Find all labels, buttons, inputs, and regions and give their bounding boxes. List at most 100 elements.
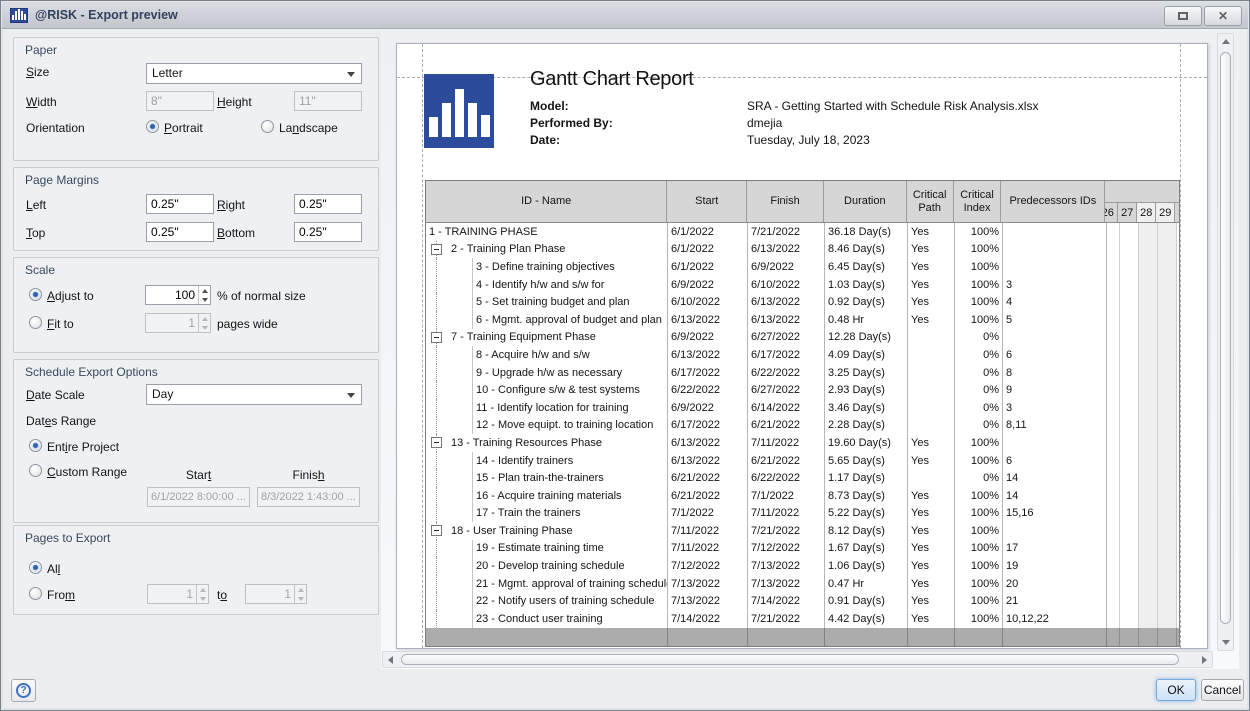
custom-range-radio[interactable] xyxy=(29,464,42,477)
paper-size-value: Letter xyxy=(152,66,183,80)
cell-start: 6/9/2022 xyxy=(668,329,748,347)
cell-id-name: 5 - Set training budget and plan xyxy=(426,293,668,311)
from-page-stepper[interactable] xyxy=(147,584,209,604)
cell-finish: 6/22/2022 xyxy=(748,364,825,382)
cell-critical-index: 100% xyxy=(955,540,1003,558)
horizontal-scroll-thumb[interactable] xyxy=(401,654,1179,665)
adjust-to-radio[interactable] xyxy=(29,288,42,301)
custom-finish-field[interactable] xyxy=(257,487,360,507)
cell-id-name: 16 - Acquire training materials xyxy=(426,487,668,505)
cell-finish: 7/11/2022 xyxy=(748,505,825,523)
entire-project-radio[interactable] xyxy=(29,439,42,452)
vertical-scroll-thumb[interactable] xyxy=(1220,52,1231,624)
scroll-right-icon[interactable] xyxy=(1197,652,1212,667)
cell-id-name: 21 - Mgmt. approval of training schedule xyxy=(426,575,668,593)
fit-pages-value[interactable] xyxy=(146,314,198,332)
fit-to-label[interactable]: Fit to xyxy=(47,317,74,331)
cell-critical-path: Yes xyxy=(908,592,955,610)
pages-to-export-group: Pages to Export All From to xyxy=(13,525,379,615)
cell-predecessors: 5 xyxy=(1003,311,1107,329)
preview-vertical-scrollbar[interactable] xyxy=(1217,33,1234,651)
preview-horizontal-scrollbar[interactable] xyxy=(382,651,1213,668)
all-pages-radio[interactable] xyxy=(29,561,42,574)
to-label: to xyxy=(217,588,227,602)
to-page-stepper[interactable] xyxy=(245,584,307,604)
titlebar[interactable]: @RISK - Export preview ✕ xyxy=(2,2,1248,29)
table-row: 9 - Upgrade h/w as necessary6/17/20226/2… xyxy=(426,364,1179,382)
entire-project-label[interactable]: Entire Project xyxy=(47,440,119,454)
stepper-arrows[interactable] xyxy=(198,286,210,304)
adjust-percent-value[interactable] xyxy=(146,286,198,304)
cell-start: 6/1/2022 xyxy=(668,223,748,241)
cell-predecessors: 3 xyxy=(1003,276,1107,294)
date-scale-select[interactable]: Day xyxy=(146,384,362,405)
adjust-percent-stepper[interactable] xyxy=(145,285,211,305)
landscape-radio[interactable] xyxy=(261,120,274,133)
timescale-upper-band xyxy=(1105,181,1179,203)
scroll-down-icon[interactable] xyxy=(1218,635,1233,650)
landscape-label[interactable]: Landscape xyxy=(279,121,338,135)
custom-range-label[interactable]: Custom Range xyxy=(47,465,127,479)
start-label: Start xyxy=(147,468,250,482)
paper-height-field[interactable] xyxy=(294,91,362,111)
all-pages-label[interactable]: All xyxy=(47,562,60,576)
maximize-button[interactable] xyxy=(1164,6,1202,26)
gantt-day-cells xyxy=(1107,241,1179,259)
cell-predecessors xyxy=(1003,241,1107,259)
cell-critical-index: 100% xyxy=(955,276,1003,294)
cell-id-name: 20 - Develop training schedule xyxy=(426,557,668,575)
cell-duration: 36.18 Day(s) xyxy=(825,223,908,241)
cell-finish: 6/27/2022 xyxy=(748,381,825,399)
fit-pages-stepper[interactable] xyxy=(145,313,211,333)
cell-critical-path: Yes xyxy=(908,276,955,294)
cell-finish: 6/9/2022 xyxy=(748,258,825,276)
custom-start-field[interactable] xyxy=(147,487,250,507)
top-margin-field[interactable] xyxy=(146,222,214,242)
cell-predecessors: 15,16 xyxy=(1003,505,1107,523)
cell-predecessors: 8,11 xyxy=(1003,417,1107,435)
cell-finish: 7/21/2022 xyxy=(748,522,825,540)
close-button[interactable]: ✕ xyxy=(1204,6,1242,26)
scroll-up-icon[interactable] xyxy=(1218,34,1233,49)
help-question-icon: ? xyxy=(16,683,31,698)
col-header-critical-index: Critical Index xyxy=(954,181,1002,222)
stepper-arrows[interactable] xyxy=(196,585,208,603)
gantt-day-cells xyxy=(1107,469,1179,487)
cell-critical-index: 100% xyxy=(955,610,1003,628)
help-button[interactable]: ? xyxy=(11,679,36,702)
ok-button[interactable]: OK xyxy=(1156,679,1196,701)
cell-predecessors: 6 xyxy=(1003,346,1107,364)
portrait-label[interactable]: Portrait xyxy=(164,121,203,135)
gantt-day-cells xyxy=(1107,592,1179,610)
cell-start: 6/21/2022 xyxy=(668,487,748,505)
cell-critical-path: Yes xyxy=(908,557,955,575)
cell-start: 6/9/2022 xyxy=(668,399,748,417)
cell-start: 6/10/2022 xyxy=(668,293,748,311)
bottom-margin-field[interactable] xyxy=(294,222,362,242)
left-margin-field[interactable] xyxy=(146,194,214,214)
cell-duration: 1.17 Day(s) xyxy=(825,469,908,487)
bottom-margin-label: Bottom xyxy=(217,226,255,240)
from-pages-label[interactable]: From xyxy=(47,588,75,602)
cell-finish: 7/21/2022 xyxy=(748,223,825,241)
col-header-critical-path: Critical Path xyxy=(907,181,954,222)
col-header-predecessors: Predecessors IDs xyxy=(1001,181,1105,222)
cell-critical-path xyxy=(908,381,955,399)
paper-size-select[interactable]: Letter xyxy=(146,63,362,84)
stepper-arrows[interactable] xyxy=(294,585,306,603)
cell-start: 6/13/2022 xyxy=(668,311,748,329)
cancel-button[interactable]: Cancel xyxy=(1201,679,1244,701)
from-pages-radio[interactable] xyxy=(29,587,42,600)
stepper-arrows[interactable] xyxy=(198,314,210,332)
to-page-value[interactable] xyxy=(246,585,294,603)
from-page-value[interactable] xyxy=(148,585,196,603)
fit-to-radio[interactable] xyxy=(29,316,42,329)
paper-width-field[interactable] xyxy=(146,91,214,111)
scroll-left-icon[interactable] xyxy=(383,652,398,667)
portrait-radio[interactable] xyxy=(146,120,159,133)
cell-predecessors: 21 xyxy=(1003,592,1107,610)
cell-critical-path xyxy=(908,346,955,364)
adjust-to-label[interactable]: Adjust to xyxy=(47,289,94,303)
right-margin-field[interactable] xyxy=(294,194,362,214)
cell-duration: 3.46 Day(s) xyxy=(825,399,908,417)
